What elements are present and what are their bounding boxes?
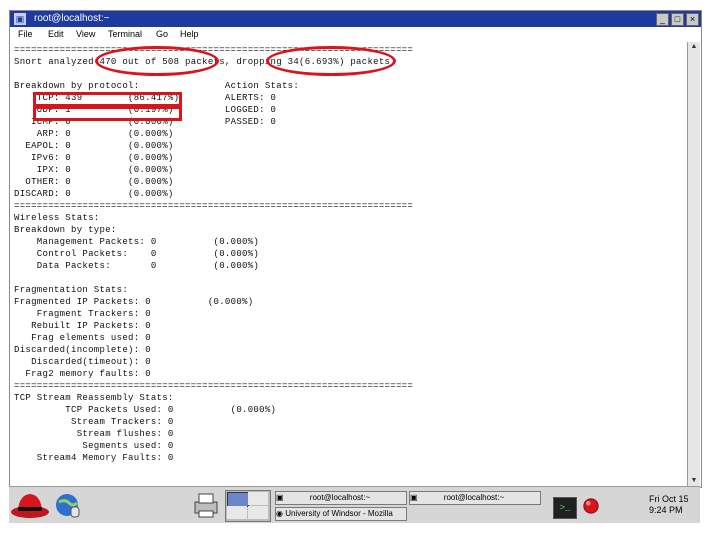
terminal-app-icon: ▣ — [14, 13, 26, 25]
terminal-line: Frag2 memory faults: 0 — [14, 369, 151, 379]
terminal-line: Stream flushes: 0 — [14, 429, 174, 439]
window-title: root@localhost:~ — [34, 13, 110, 24]
menu-file[interactable]: File — [18, 27, 33, 42]
terminal-line: Stream4 Memory Faults: 0 — [14, 453, 174, 463]
terminal-line: Data Packets: 0 (0.000%) — [14, 261, 260, 271]
terminal-line: Segments used: 0 — [14, 441, 174, 451]
maximize-button[interactable]: □ — [671, 13, 684, 26]
terminal-line: ARP: 0 (0.000%) — [14, 129, 174, 139]
taskbar: ▣ root@localhost:~ ▣ root@localhost:~ ◉ … — [9, 486, 700, 523]
workspace-1[interactable] — [227, 492, 249, 507]
close-button[interactable]: × — [686, 13, 699, 26]
terminal-line: Wireless Stats: — [14, 213, 100, 223]
terminal-line: TCP Packets Used: 0 (0.000%) — [14, 405, 277, 415]
terminal-line: Breakdown by type: — [14, 225, 117, 235]
taskbar-task-terminal-2[interactable]: ▣ root@localhost:~ — [409, 491, 541, 505]
terminal-line: Frag elements used: 0 — [14, 333, 151, 343]
terminal-launcher-icon[interactable]: >_ — [553, 497, 577, 519]
title-bar[interactable]: ▣ root@localhost:~ _ □ × — [10, 11, 701, 27]
menu-bar: File Edit View Terminal Go Help — [10, 27, 701, 42]
terminal-line: Discarded(incomplete): 0 — [14, 345, 151, 355]
workspace-4[interactable] — [248, 506, 268, 519]
globe-mouse-icon[interactable] — [53, 490, 83, 520]
terminal-line: TCP Stream Reassembly Stats: — [14, 393, 174, 403]
terminal-line: Management Packets: 0 (0.000%) — [14, 237, 260, 247]
highlight-packets-analyzed — [95, 46, 219, 76]
terminal-line: Stream Trackers: 0 — [14, 417, 174, 427]
terminal-line: Fragment Trackers: 0 — [14, 309, 151, 319]
workspace-3[interactable] — [227, 506, 247, 519]
workspace-2[interactable] — [248, 492, 268, 505]
terminal-line: Control Packets: 0 (0.000%) — [14, 249, 260, 259]
scroll-up-icon[interactable]: ▲ — [688, 42, 700, 52]
menu-edit[interactable]: Edit — [48, 27, 64, 42]
clock-date: Fri Oct 15 — [649, 494, 689, 504]
terminal-line: Breakdown by protocol: Action Stats: — [14, 81, 300, 91]
terminal-window: ▣ root@localhost:~ _ □ × File Edit View … — [9, 10, 702, 488]
terminal-line: ========================================… — [14, 201, 414, 211]
terminal-line: DISCARD: 0 (0.000%) — [14, 189, 174, 199]
terminal-line: EAPOL: 0 (0.000%) — [14, 141, 174, 151]
terminal-line: Fragmented IP Packets: 0 (0.000%) — [14, 297, 254, 307]
menu-view[interactable]: View — [76, 27, 95, 42]
printer-icon[interactable] — [191, 492, 221, 518]
menu-go[interactable]: Go — [156, 27, 168, 42]
clock-time: 9:24 PM — [649, 505, 683, 515]
highlight-udp-row — [33, 104, 182, 121]
vertical-scrollbar[interactable]: ▲ ▼ — [687, 42, 700, 486]
terminal-line: Discarded(timeout): 0 — [14, 357, 151, 367]
minimize-button[interactable]: _ — [656, 13, 669, 26]
red-status-icon[interactable] — [582, 497, 600, 515]
highlight-dropped-packets — [266, 46, 396, 76]
task-label: root@localhost:~ — [443, 493, 505, 502]
terminal-line: IPX: 0 (0.000%) — [14, 165, 174, 175]
clock[interactable]: Fri Oct 15 9:24 PM — [649, 494, 689, 516]
terminal-task-icon: ▣ — [410, 493, 420, 502]
terminal-line: Fragmentation Stats: — [14, 285, 129, 295]
red-hat-icon[interactable] — [9, 485, 51, 521]
task-label: root@localhost:~ — [309, 493, 371, 502]
mozilla-task-icon: ◉ — [276, 509, 286, 518]
workspace-switcher[interactable] — [225, 490, 271, 522]
terminal-line: Rebuilt IP Packets: 0 — [14, 321, 151, 331]
task-label: University of Windsor - Mozilla — [285, 509, 393, 518]
menu-terminal[interactable]: Terminal — [108, 27, 142, 42]
menu-help[interactable]: Help — [180, 27, 199, 42]
terminal-line: IPv6: 0 (0.000%) — [14, 153, 174, 163]
taskbar-task-mozilla[interactable]: ◉ University of Windsor - Mozilla — [275, 507, 407, 521]
terminal-line: OTHER: 0 (0.000%) — [14, 177, 174, 187]
scroll-down-icon[interactable]: ▼ — [688, 476, 700, 486]
terminal-line: ========================================… — [14, 381, 414, 391]
terminal-task-icon: ▣ — [276, 493, 286, 502]
taskbar-task-terminal-1[interactable]: ▣ root@localhost:~ — [275, 491, 407, 505]
